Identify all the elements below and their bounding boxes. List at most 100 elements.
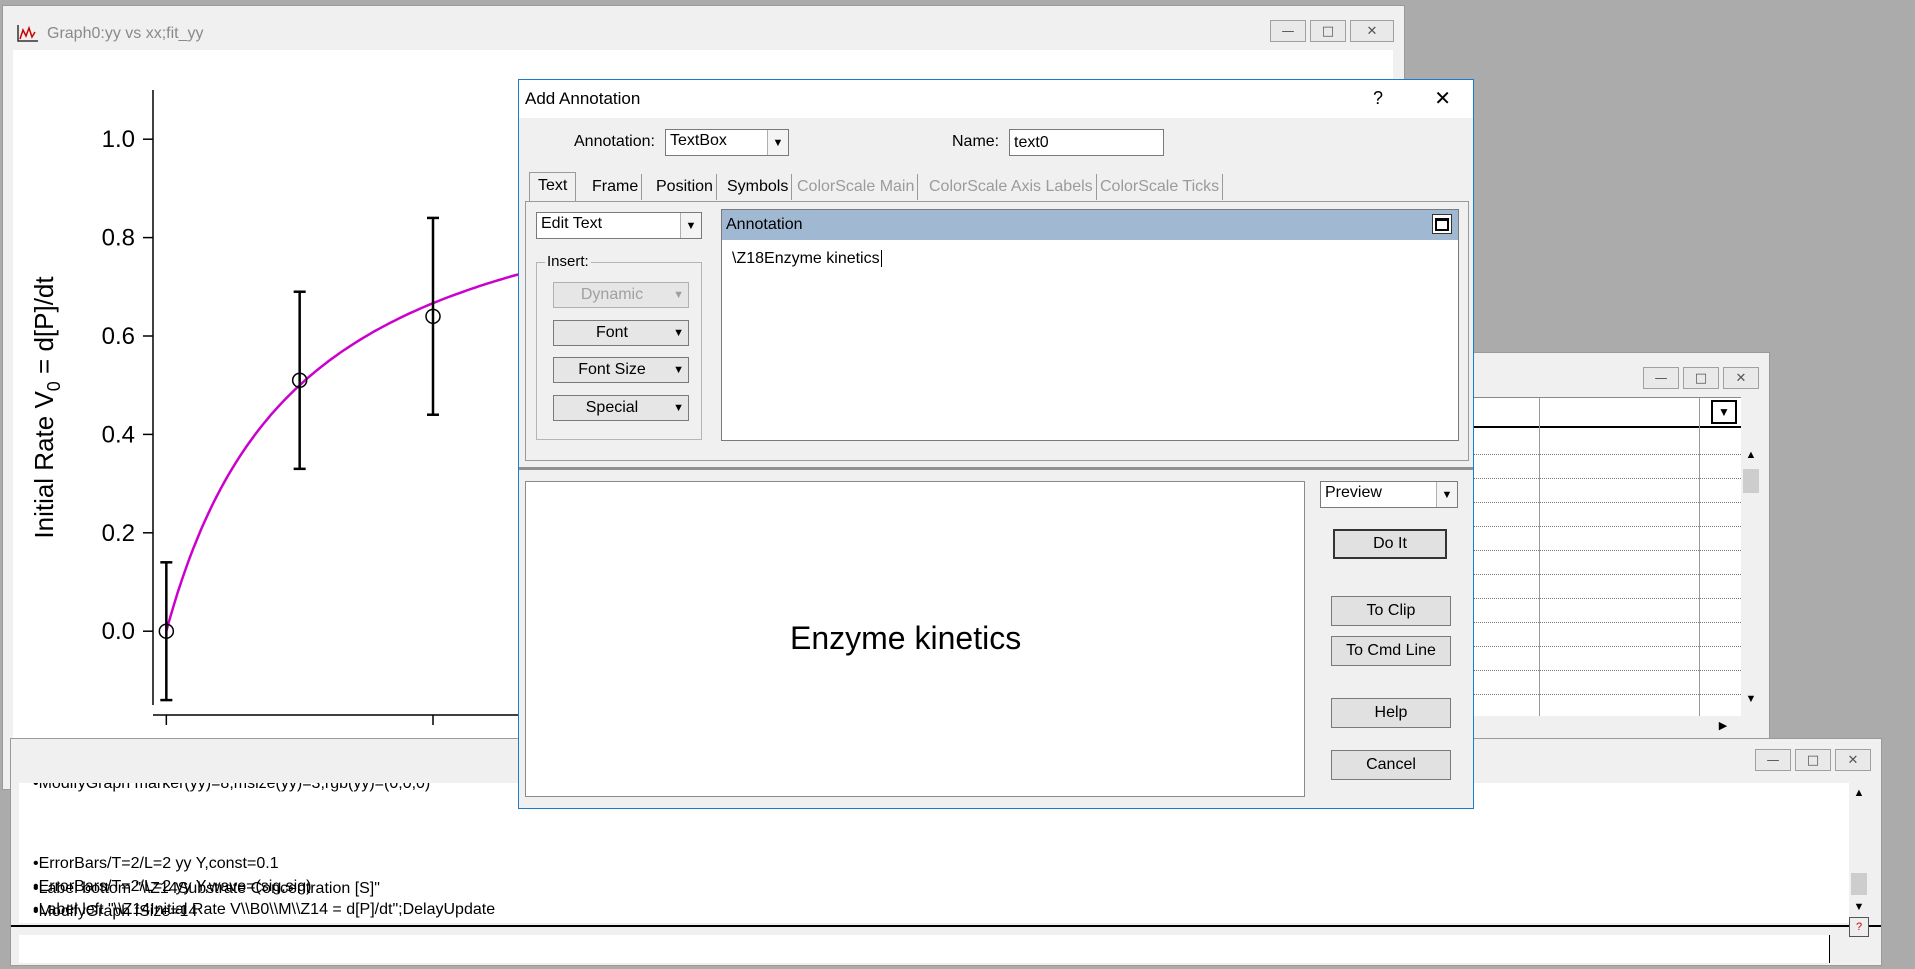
edit-mode-value: Edit Text <box>541 215 603 232</box>
insert-font-size-label: Font Size <box>578 361 646 378</box>
preview-select-value: Preview <box>1325 484 1382 501</box>
annotation-type-select[interactable]: TextBox ▼ <box>665 129 789 156</box>
cancel-label: Cancel <box>1366 756 1416 773</box>
table-row[interactable] <box>1473 694 1741 695</box>
table-row[interactable] <box>1473 454 1741 455</box>
table-row[interactable] <box>1473 622 1741 623</box>
tab-colorscale-axis-labels[interactable]: ColorScale Axis Labels <box>926 174 1097 200</box>
edit-mode-select[interactable]: Edit Text ▼ <box>536 212 702 239</box>
dialog-close-icon[interactable]: ✕ <box>1434 86 1451 110</box>
table-minimize-icon[interactable]: — <box>1643 367 1679 389</box>
chevron-down-icon: ▼ <box>673 289 684 301</box>
dialog-titlebar[interactable]: Add Annotation ? ✕ <box>519 80 1473 118</box>
table-vscrollbar[interactable]: ▲ ▼ <box>1741 445 1761 709</box>
name-label: Name: <box>952 133 1000 150</box>
to-cmd-line-label: To Cmd Line <box>1346 642 1436 659</box>
table-row[interactable] <box>1473 502 1741 503</box>
y-tick-label: 0.4 <box>102 421 135 448</box>
cmd-minimize-icon[interactable]: — <box>1755 749 1791 771</box>
do-it-label: Do It <box>1373 535 1407 552</box>
cmd-maximize-icon[interactable]: □ <box>1795 749 1831 771</box>
y-tick-label: 0.6 <box>102 323 135 350</box>
cmd-scroll-thumb[interactable] <box>1851 873 1867 895</box>
cmd-vscrollbar[interactable]: ▲ ▼ <box>1849 783 1869 917</box>
minimize-icon[interactable]: — <box>1270 20 1306 42</box>
cmd-scroll-up-icon[interactable]: ▲ <box>1849 783 1869 803</box>
table-grid[interactable]: ▼ <box>1473 397 1741 716</box>
help-icon[interactable]: ? <box>1849 917 1869 937</box>
insert-special-button[interactable]: Special ▼ <box>553 395 689 421</box>
y-tick-label: 0.0 <box>102 618 135 645</box>
command-input[interactable] <box>19 935 1830 963</box>
table-row[interactable] <box>1473 478 1741 479</box>
y-axis-label: Initial Rate V0 = d[P]/dt <box>29 276 64 539</box>
table-close-icon[interactable]: ✕ <box>1723 367 1759 389</box>
cmd-scroll-down-icon[interactable]: ▼ <box>1849 897 1869 917</box>
insert-dynamic-label: Dynamic <box>580 286 644 303</box>
y-tick-label: 0.8 <box>102 225 135 252</box>
insert-dynamic-button[interactable]: Dynamic ▼ <box>553 282 689 308</box>
insert-font-size-button[interactable]: Font Size ▼ <box>553 357 689 383</box>
table-row[interactable] <box>1473 526 1741 527</box>
tab-text[interactable]: Text <box>529 172 577 202</box>
do-it-button[interactable]: Do It <box>1333 529 1447 559</box>
annotation-type-label: Annotation: <box>574 133 655 150</box>
table-window: — □ ✕ ▼ ▲ ▼ ▶ <box>1470 352 1770 748</box>
insert-special-label: Special <box>585 399 639 416</box>
scroll-down-icon[interactable]: ▼ <box>1741 689 1761 709</box>
dialog-title: Add Annotation <box>525 89 641 108</box>
fit-curve <box>165 264 554 632</box>
cmd-close-icon[interactable]: ✕ <box>1835 749 1871 771</box>
scroll-up-icon[interactable]: ▲ <box>1741 445 1761 465</box>
tab-frame[interactable]: Frame <box>589 174 643 200</box>
table-row[interactable] <box>1473 550 1741 551</box>
table-row[interactable] <box>1473 574 1741 575</box>
tab-colorscale-main[interactable]: ColorScale Main <box>794 174 919 200</box>
history-line: •ErrorBars/T=2/L=2 yy Y,const=0.1 <box>33 855 279 872</box>
history-line: •ModifyGraph fSize=14 <box>33 903 198 920</box>
table-row[interactable] <box>1473 646 1741 647</box>
cancel-button[interactable]: Cancel <box>1331 750 1451 780</box>
to-cmd-line-button[interactable]: To Cmd Line <box>1331 636 1451 666</box>
chevron-down-icon: ▼ <box>673 327 684 339</box>
y-tick-label: 0.2 <box>102 520 135 547</box>
graph-titlebar[interactable]: Graph0:yy vs xx;fit_yy — □ ✕ <box>3 6 1404 50</box>
history-divider <box>11 925 1881 927</box>
annotation-type-value: TextBox <box>670 132 727 149</box>
tab-symbols[interactable]: Symbols <box>724 174 793 200</box>
annotation-header-label: Annotation <box>726 216 803 233</box>
y-tick-label: 1.0 <box>102 126 135 153</box>
insert-font-button[interactable]: Font ▼ <box>553 320 689 346</box>
table-header-dropdown[interactable]: ▼ <box>1711 400 1737 424</box>
chevron-down-icon: ▼ <box>673 364 684 376</box>
help-button[interactable]: Help <box>1331 698 1451 728</box>
maximize-icon[interactable]: □ <box>1310 20 1346 42</box>
to-clip-button[interactable]: To Clip <box>1331 596 1451 626</box>
name-field[interactable]: text0 <box>1009 129 1164 156</box>
graph-app-icon <box>17 24 39 42</box>
help-label: Help <box>1374 704 1408 721</box>
preview-text: Enzyme kinetics <box>790 620 1022 656</box>
scroll-thumb[interactable] <box>1743 469 1759 493</box>
annotation-text: \Z18Enzyme kinetics <box>732 250 880 267</box>
table-row[interactable] <box>1473 598 1741 599</box>
annotation-text-area[interactable]: \Z18Enzyme kinetics <box>732 250 1454 268</box>
chevron-down-icon: ▼ <box>680 213 701 238</box>
chevron-down-icon: ▼ <box>1436 482 1457 507</box>
tab-colorscale-ticks[interactable]: ColorScale Ticks <box>1097 174 1224 200</box>
annotation-editor-header: Annotation <box>722 210 1458 240</box>
chevron-down-icon: ▼ <box>767 130 788 155</box>
text-cursor <box>880 250 882 267</box>
dialog-help-icon[interactable]: ? <box>1373 88 1383 109</box>
history-line: •Label bottom "\\Z14Substrate Concentrat… <box>33 880 380 897</box>
to-clip-label: To Clip <box>1366 602 1416 619</box>
preview-select[interactable]: Preview ▼ <box>1320 481 1458 508</box>
table-row[interactable] <box>1473 670 1741 671</box>
chevron-down-icon: ▼ <box>673 402 684 414</box>
expand-icon[interactable] <box>1432 214 1452 234</box>
table-maximize-icon[interactable]: □ <box>1683 367 1719 389</box>
tab-position[interactable]: Position <box>653 174 717 200</box>
scroll-right-icon[interactable]: ▶ <box>1713 715 1733 735</box>
close-icon[interactable]: ✕ <box>1350 20 1394 42</box>
insert-label: Insert: <box>545 253 591 270</box>
